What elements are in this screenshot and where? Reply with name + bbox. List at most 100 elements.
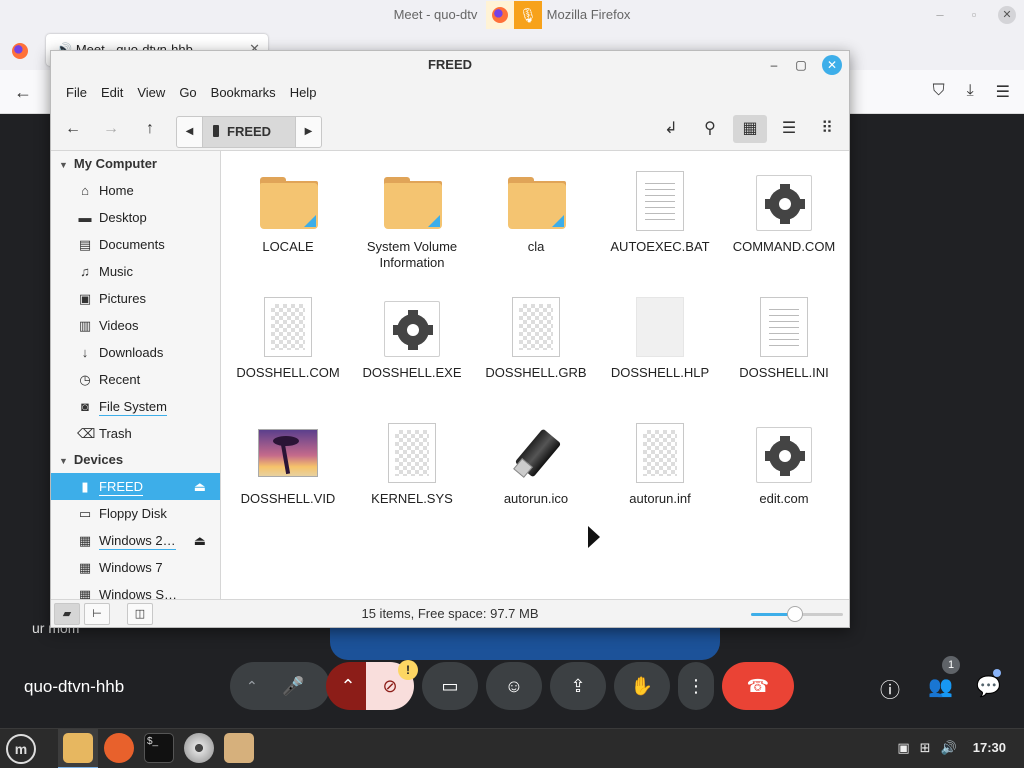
close-button[interactable]: ✕ <box>822 55 842 75</box>
show-places-button[interactable]: ▰ <box>54 603 80 625</box>
file-item-command-com[interactable]: COMMAND.COM <box>724 157 844 267</box>
sidebar-item-downloads[interactable]: ↓ Downloads <box>51 339 220 366</box>
meeting-info-icon[interactable]: ⓘ <box>880 674 900 703</box>
hide-sidebar-button[interactable]: ◫ <box>127 603 153 625</box>
breadcrumb-left-arrow-icon[interactable]: ◀ <box>177 117 203 147</box>
file-item-dosshell-vid[interactable]: DOSSHELL.VID <box>228 409 348 519</box>
file-item-dosshell-grb[interactable]: DOSSHELL.GRB <box>476 283 596 393</box>
firefox-icon[interactable] <box>104 733 134 763</box>
maximize-button[interactable]: ▢ <box>792 56 810 74</box>
show-treeview-button[interactable]: ⊢ <box>84 603 110 625</box>
file-manager-window: FREED – ▢ ✕ File Edit View Go Bookmarks … <box>50 50 850 628</box>
zoom-slider[interactable] <box>751 606 843 622</box>
disc-icon[interactable] <box>184 733 214 763</box>
menu-file[interactable]: File <box>59 79 94 107</box>
menu-view[interactable]: View <box>130 79 172 107</box>
sidebar-item-windows-2[interactable]: ▦ Windows 2… ⏏ <box>51 527 220 554</box>
volume-icon[interactable]: 🔊 <box>941 740 957 756</box>
clock[interactable]: 17:30 <box>973 740 1006 756</box>
breadcrumb-right-arrow-icon[interactable]: ▶ <box>295 117 321 147</box>
sidebar-item-file-system[interactable]: ◙ File System <box>51 393 220 420</box>
sidebar-section-devices[interactable]: ▼ Devices <box>51 447 220 473</box>
minimize-button[interactable]: – <box>930 0 950 30</box>
toggle-location-button[interactable]: ↲ <box>657 115 685 143</box>
eject-icon[interactable]: ⏏ <box>194 527 206 554</box>
sidebar-item-desktop[interactable]: ▬ Desktop <box>51 204 220 231</box>
back-icon[interactable]: ← <box>14 82 32 103</box>
minimize-button[interactable]: – <box>765 56 783 74</box>
sidebar-item-windows-7[interactable]: ▦ Windows 7 <box>51 554 220 581</box>
desktop-icon: ▬ <box>78 210 92 225</box>
start-menu-icon[interactable]: m <box>6 734 36 764</box>
sidebar-item-floppy-disk[interactable]: ▭ Floppy Disk <box>51 500 220 527</box>
captions-icon[interactable]: ▭ <box>422 662 478 710</box>
forward-button[interactable]: → <box>97 115 125 143</box>
microphone-icon[interactable]: 🎤 <box>282 662 304 710</box>
floppy-icon: ▭ <box>78 506 92 521</box>
drive-icon: ▦ <box>78 587 92 599</box>
eject-icon[interactable]: ⏏ <box>194 473 206 500</box>
trash-icon: ⌫ <box>77 426 96 441</box>
menu-edit[interactable]: Edit <box>94 79 130 107</box>
end-call-icon[interactable]: ☎ <box>722 662 794 710</box>
window-title: FREED <box>51 51 849 79</box>
clipboard-icon[interactable]: ▣ <box>897 740 909 756</box>
sidebar-item-music[interactable]: ♫ Music <box>51 258 220 285</box>
more-options-icon[interactable]: ⋮ <box>678 662 714 710</box>
up-button[interactable]: ↑ <box>136 115 164 143</box>
chat-icon[interactable]: 💬 <box>976 674 1001 699</box>
file-manager-icon[interactable] <box>63 733 93 763</box>
network-icon[interactable]: ⊞ <box>920 740 931 756</box>
menu-go[interactable]: Go <box>172 79 203 107</box>
sidebar-item-freed[interactable]: ▮ FREED ⏏ <box>51 473 220 500</box>
sidebar-item-recent[interactable]: ◷ Recent <box>51 366 220 393</box>
sidebar-item-documents[interactable]: ▤ Documents <box>51 231 220 258</box>
back-button[interactable]: ← <box>59 115 87 143</box>
sidebar-item-windows-s[interactable]: ▦ Windows S… <box>51 581 220 599</box>
file-item-edit-com[interactable]: edit.com <box>724 409 844 519</box>
sidebar-item-videos[interactable]: ▥ Videos <box>51 312 220 339</box>
file-item-system-volume-information[interactable]: System Volume Information <box>352 157 472 270</box>
list-view-button[interactable]: ☰ <box>775 115 803 143</box>
menu-bookmarks[interactable]: Bookmarks <box>204 79 283 107</box>
breadcrumb-current[interactable]: FREED <box>203 117 295 147</box>
sidebar-item-trash[interactable]: ⌫ Trash <box>51 420 220 447</box>
compact-view-button[interactable]: ⠿ <box>813 115 841 143</box>
search-icon[interactable]: ⚲ <box>696 115 724 143</box>
present-screen-icon[interactable]: ⇪ <box>550 662 606 710</box>
sidebar-section-my-computer[interactable]: ▼ My Computer <box>51 151 220 177</box>
raise-hand-icon[interactable]: ✋ <box>614 662 670 710</box>
sharing-indicator[interactable]: 🎙 <box>486 1 542 29</box>
close-button[interactable]: ✕ <box>998 6 1016 24</box>
menu-icon[interactable]: ☰ <box>996 82 1010 102</box>
sidebar-item-pictures[interactable]: ▣ Pictures <box>51 285 220 312</box>
file-item-dosshell-com[interactable]: DOSSHELL.COM <box>228 283 348 393</box>
file-item-autoexec-bat[interactable]: AUTOEXEC.BAT <box>600 157 720 267</box>
file-item-cla[interactable]: cla <box>476 157 596 267</box>
maximize-button[interactable]: ▫ <box>964 0 984 30</box>
file-item-dosshell-ini[interactable]: DOSSHELL.INI <box>724 283 844 393</box>
sidebar-item-home[interactable]: ⌂ Home <box>51 177 220 204</box>
text-file-icon <box>636 171 684 231</box>
file-item-dosshell-exe[interactable]: DOSSHELL.EXE <box>352 283 472 393</box>
file-item-kernel-sys[interactable]: KERNEL.SYS <box>352 409 472 519</box>
firefox-view-icon[interactable] <box>12 43 28 59</box>
menu-help[interactable]: Help <box>283 79 324 107</box>
zoom-slider-handle[interactable] <box>787 606 803 622</box>
people-icon[interactable]: 👥 <box>928 674 953 699</box>
statusbar: 15 items, Free space: 97.7 MB ▰ ⊢ ◫ <box>51 599 849 627</box>
file-item-autorun-ico[interactable]: autorun.ico <box>476 409 596 519</box>
emoji-icon[interactable]: ☺ <box>486 662 542 710</box>
file-item-locale[interactable]: LOCALE <box>228 157 348 267</box>
terminal-icon[interactable]: $_ <box>144 733 174 763</box>
icon-view-button[interactable]: ▦ <box>733 115 767 143</box>
archive-icon[interactable] <box>224 733 254 763</box>
pocket-icon[interactable]: ⛉ <box>933 82 945 102</box>
camera-options-chevron-icon[interactable]: ⌃ <box>326 662 370 710</box>
binary-file-icon <box>636 423 684 483</box>
file-item-autorun-inf[interactable]: autorun.inf <box>600 409 720 519</box>
file-item-dosshell-hlp[interactable]: DOSSHELL.HLP <box>600 283 720 393</box>
download-icon[interactable]: ⤓ <box>967 82 974 102</box>
binary-file-icon <box>512 297 560 357</box>
mic-options-chevron-icon[interactable]: ⌃ <box>246 662 258 710</box>
